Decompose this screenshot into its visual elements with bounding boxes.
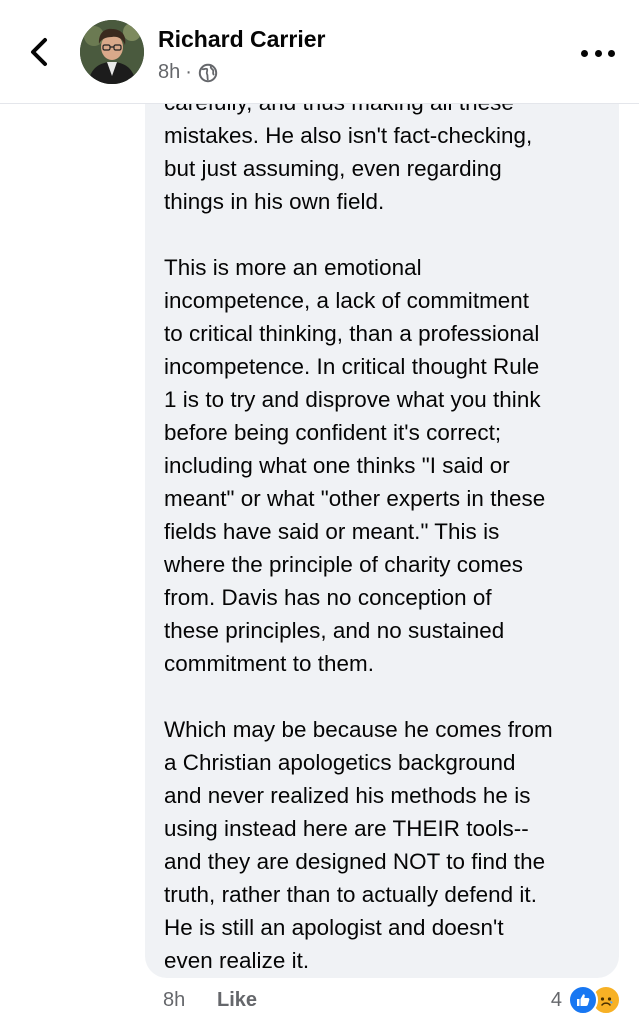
comment-line: incompetence, a lack of commitment [164,288,530,313]
reaction-count: 4 [550,988,562,1011]
comment-line: truth, rather than to actually defend it… [164,882,537,907]
comment-line: where the principle of charity comes [164,552,523,577]
author-name[interactable]: Richard Carrier [158,26,325,53]
comment-line: including what one thinks "I said or [164,453,510,478]
comment-line: mistakes. He also isn't fact-checking, [164,123,533,148]
comment-line: to critical thinking, than a professiona… [164,321,540,346]
like-button[interactable]: Like [217,989,257,1012]
comment-line: from. Davis has no conception of [164,585,492,610]
more-horizontal-icon [581,49,588,57]
more-options-button[interactable] [581,38,615,68]
avatar-image [80,20,144,84]
comment-text: carefully, and thus making all these mis… [164,86,612,977]
comment-line: 1 is to try and disprove what you think [164,387,541,412]
comment-line: using instead here are THEIR tools-- [164,816,529,841]
comment-line: these principles, and no sustained [164,618,505,643]
comment-line: commitment to them. [164,651,374,676]
comment-line: This is more an emotional [164,255,422,280]
comment-line: things in his own field. [164,189,385,214]
comment-line: before being confident it's correct; [164,420,502,445]
reactions-summary[interactable]: 4 [551,985,621,1015]
globe-icon [198,63,218,82]
back-button[interactable] [22,34,56,70]
comment-line: but just assuming, even regarding [164,156,502,181]
comment-line: and never realized his methods he is [164,783,531,808]
comment-bubble: carefully, and thus making all these mis… [145,60,619,978]
comment-line: a Christian apologetics background [164,750,516,775]
comment-timestamp: 8h [163,989,186,1011]
comment-line: and they are designed NOT to find the [164,849,546,874]
post-timestamp[interactable]: 8h [158,61,180,84]
comment-line: even realize it. [164,948,310,973]
comment-line: He is still an apologist and doesn't [164,915,504,940]
comment-line: Which may be because he comes from [164,717,553,742]
chevron-left-icon [31,38,47,66]
avatar[interactable] [80,20,144,84]
post-meta: 8h · [158,61,218,84]
post-header: Richard Carrier 8h · [0,0,639,104]
comment-line: meant" or what "other experts in these [164,486,546,511]
meta-separator: · [185,61,192,83]
like-reaction-icon [568,985,598,1015]
comment-line: incompetence. In critical thought Rule [164,354,540,379]
comment-line: fields have said or meant." This is [164,519,500,544]
